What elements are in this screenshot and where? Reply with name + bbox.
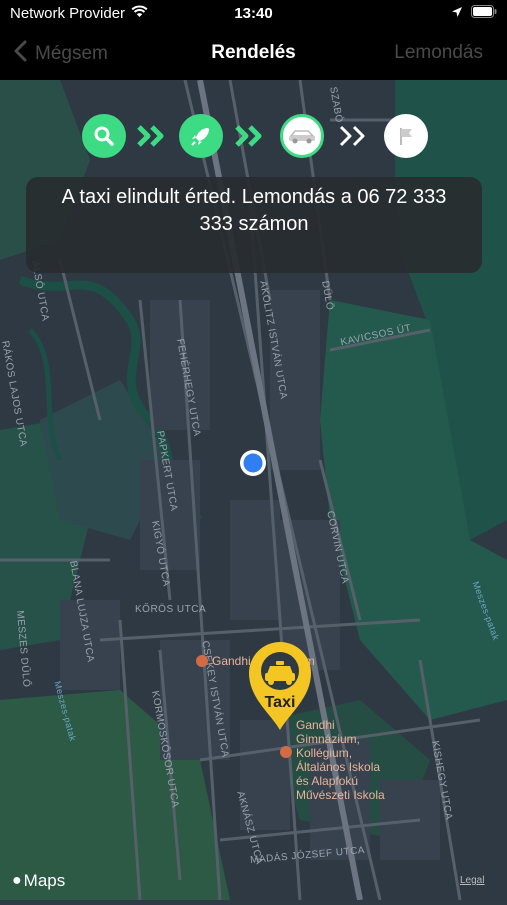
search-icon [94, 126, 114, 146]
poi-line: Művészeti Iskola [296, 788, 385, 802]
status-message-line: 333 számon [199, 213, 309, 235]
step-search [82, 114, 126, 158]
school-icon [280, 746, 292, 758]
poi-line: Kollégium, [296, 746, 353, 760]
flag-icon [400, 128, 412, 145]
step-car [280, 114, 324, 158]
poi-line: Általános Iskola [296, 760, 381, 774]
navigation-bar: Mégsem Rendelés Lemondás [0, 28, 507, 80]
battery-icon [471, 5, 497, 23]
status-icons [451, 5, 497, 23]
legal-link[interactable]: Legal [460, 875, 484, 886]
taxi-pin-shape [249, 642, 311, 730]
apple-maps-logo: ● Maps [12, 871, 65, 891]
status-message: A taxi elindult érted. Lemondás a 06 72 … [26, 184, 482, 238]
poi-school-icon[interactable] [280, 746, 294, 760]
status-bar: Network Provider 13:40 [0, 0, 507, 28]
clock: 13:40 [234, 5, 273, 22]
poi-line: Gimnázium, [296, 732, 361, 746]
taxi-pin-label: Taxi [264, 694, 296, 711]
street-label: KŐRÖS UTCA [135, 604, 207, 615]
poi-line: és Alapfokú [296, 774, 359, 788]
status-message-line: A taxi elindult érted. Lemondás a 06 72 … [61, 186, 447, 208]
step-flag [384, 114, 428, 158]
progress-steps [82, 113, 432, 159]
chevron-double-icon [234, 123, 266, 154]
location-arrow-icon [451, 5, 463, 23]
cancel-order-button[interactable]: Lemondás [394, 42, 483, 64]
chevron-double-icon [338, 123, 370, 154]
taxi-pin[interactable]: Taxi [247, 640, 313, 732]
status-message-banner: A taxi elindult érted. Lemondás a 06 72 … [26, 177, 482, 273]
chevron-double-icon [136, 123, 168, 154]
car-icon [289, 130, 315, 144]
apple-icon: ● [12, 872, 22, 889]
step-rocket [179, 114, 223, 158]
school-icon [196, 655, 208, 667]
maps-logo-label: Maps [23, 871, 66, 890]
rocket-icon [191, 128, 209, 146]
